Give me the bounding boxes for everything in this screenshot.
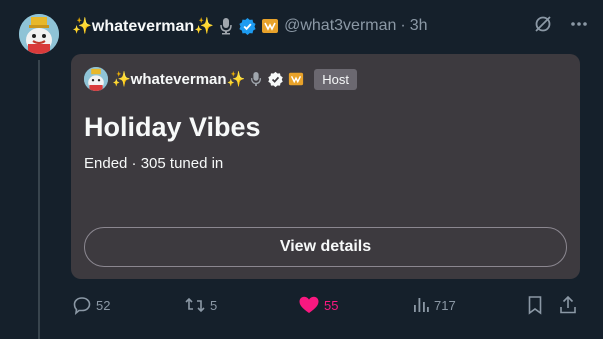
view-count: 717: [434, 297, 456, 313]
like-count: 55: [324, 297, 339, 313]
grok-icon[interactable]: [533, 14, 553, 39]
reply-icon: [73, 297, 91, 315]
view-details-button[interactable]: View details: [84, 227, 567, 267]
verified-badge-icon: [267, 71, 284, 88]
like-button[interactable]: 55: [298, 293, 338, 317]
heart-icon: [299, 296, 319, 313]
more-icon[interactable]: [569, 14, 589, 39]
timestamp[interactable]: 3h: [410, 17, 428, 35]
repost-icon: [185, 297, 205, 313]
bookmark-icon: [528, 296, 542, 315]
affiliate-badge-icon[interactable]: [261, 17, 279, 35]
host-badge: Host: [314, 68, 357, 90]
space-title: Holiday Vibes: [84, 112, 261, 142]
bookmark-button[interactable]: [526, 293, 544, 317]
header-actions: [533, 14, 589, 38]
host-name: ✨whateverman✨: [112, 71, 246, 88]
repost-button[interactable]: 5: [184, 293, 217, 317]
views-icon: [414, 298, 429, 312]
card-header: ✨whateverman✨ Host: [84, 67, 357, 91]
reply-count: 52: [96, 297, 111, 313]
repost-count: 5: [210, 297, 218, 313]
host-avatar: [84, 67, 108, 91]
reply-button[interactable]: 52: [72, 293, 110, 317]
tweet-actions: 52 5 55 717: [72, 293, 580, 317]
display-name[interactable]: ✨whateverman✨: [72, 16, 214, 36]
handle[interactable]: @what3verman: [284, 17, 396, 35]
share-icon: [560, 295, 576, 314]
tweet-header: ✨whateverman✨ @what3verman · 3h: [72, 14, 589, 38]
avatar[interactable]: [19, 14, 59, 54]
affiliate-badge-icon: [288, 71, 304, 87]
views-button[interactable]: 717: [412, 293, 456, 317]
separator: ·: [400, 17, 406, 34]
space-card[interactable]: ✨whateverman✨ Host Holiday Vibes Ended ·…: [71, 54, 580, 279]
microphone-icon: [249, 71, 263, 87]
verified-badge-icon[interactable]: [238, 17, 257, 36]
microphone-icon: [218, 17, 234, 35]
space-status: Ended · 305 tuned in: [84, 155, 224, 172]
share-button[interactable]: [558, 293, 578, 317]
thread-line: [38, 60, 40, 339]
